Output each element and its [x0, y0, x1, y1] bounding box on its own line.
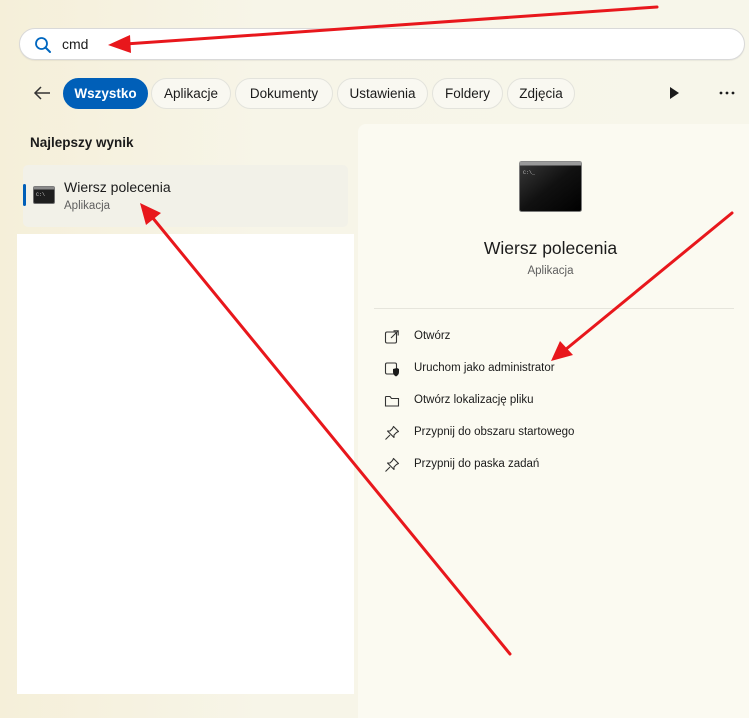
action-pin-to-taskbar[interactable]: Przypnij do paska zadań: [384, 454, 714, 478]
app-name: Wiersz polecenia: [483, 238, 618, 258]
best-match-heading: Najlepszy wynik: [30, 135, 134, 150]
action-label: Otwórz: [414, 330, 451, 342]
back-arrow-icon[interactable]: [29, 80, 55, 106]
result-type: Aplikacja: [64, 200, 111, 212]
results-list-area: [17, 234, 354, 694]
filter-settings[interactable]: Ustawienia: [337, 78, 428, 109]
action-open[interactable]: Otwórz: [384, 326, 714, 350]
filter-all[interactable]: Wszystko: [63, 78, 148, 109]
pin-icon: [385, 457, 400, 472]
play-icon[interactable]: [664, 83, 684, 103]
search-input[interactable]: [62, 33, 662, 55]
filter-folders[interactable]: Foldery: [432, 78, 503, 109]
pin-icon: [385, 425, 400, 440]
svg-text:C:\: C:\: [36, 192, 45, 198]
svg-text:C:\_: C:\_: [523, 170, 536, 176]
details-panel: C:\_ Wiersz polecenia Aplikacja Otwórz U…: [358, 124, 749, 718]
action-label: Przypnij do paska zadań: [414, 458, 540, 470]
action-open-file-location[interactable]: Otwórz lokalizację pliku: [384, 390, 714, 414]
command-prompt-large-icon: C:\_: [519, 161, 582, 212]
divider: [374, 308, 734, 309]
action-label: Przypnij do obszaru startowego: [414, 426, 575, 438]
filter-photos[interactable]: Zdjęcia: [507, 78, 575, 109]
action-pin-to-start[interactable]: Przypnij do obszaru startowego: [384, 422, 714, 446]
search-box[interactable]: [19, 28, 745, 60]
filter-apps[interactable]: Aplikacje: [151, 78, 231, 109]
selection-indicator: [23, 184, 26, 206]
search-icon: [35, 37, 51, 53]
action-label: Otwórz lokalizację pliku: [414, 394, 534, 406]
shield-icon: [384, 362, 399, 377]
app-type: Aplikacja: [527, 265, 574, 277]
filter-documents[interactable]: Dokumenty: [235, 78, 333, 109]
action-run-as-admin[interactable]: Uruchom jako administrator: [384, 358, 714, 382]
action-label: Uruchom jako administrator: [414, 362, 555, 374]
best-result-item[interactable]: C:\ Wiersz polecenia Aplikacja: [23, 165, 348, 227]
command-prompt-icon: C:\: [33, 186, 55, 204]
result-name: Wiersz polecenia: [64, 179, 171, 195]
open-external-icon: [384, 330, 399, 344]
more-options-icon[interactable]: [717, 83, 737, 103]
folder-icon: [384, 395, 400, 407]
